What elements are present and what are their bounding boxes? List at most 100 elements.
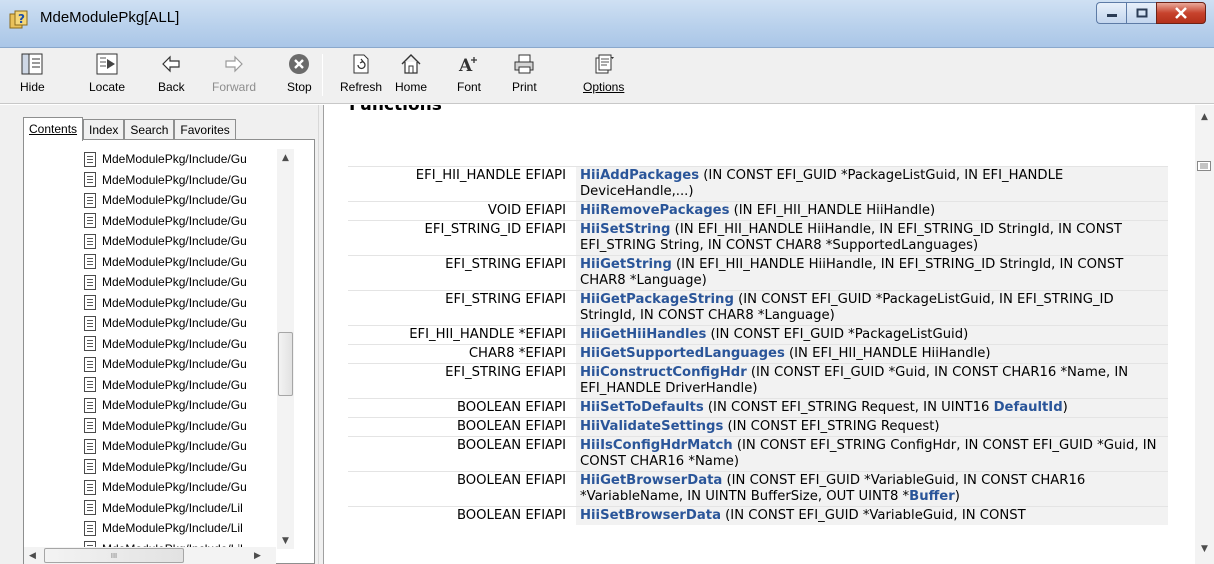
forward-button[interactable]: Forward bbox=[212, 52, 256, 100]
back-button[interactable]: Back bbox=[158, 52, 185, 100]
minimize-button[interactable] bbox=[1096, 2, 1126, 24]
svg-text:A: A bbox=[458, 56, 473, 75]
hide-icon bbox=[21, 53, 43, 75]
function-link[interactable]: HiiGetBrowserData bbox=[580, 473, 722, 488]
tree-item[interactable]: MdeModulePkg/Include/Gu bbox=[29, 252, 279, 273]
scroll-right-arrow-icon[interactable]: ▶ bbox=[249, 547, 266, 564]
document-icon bbox=[84, 438, 96, 454]
tree-item-label: MdeModulePkg/Include/Gu bbox=[102, 152, 247, 167]
tree-item-label: MdeModulePkg/Include/Gu bbox=[102, 336, 247, 351]
tree-item[interactable]: MdeModulePkg/Include/Gu bbox=[29, 272, 279, 293]
function-link[interactable]: HiiSetBrowserData bbox=[580, 508, 721, 523]
tree-item[interactable]: MdeModulePkg/Include/Gu bbox=[29, 211, 279, 232]
return-type: BOOLEAN EFIAPI bbox=[456, 473, 566, 488]
function-link[interactable]: HiiValidateSettings bbox=[580, 419, 723, 434]
tree-item-label: MdeModulePkg/Include/Gu bbox=[102, 398, 247, 413]
tab-search[interactable]: Search bbox=[124, 119, 175, 139]
tree-item-label: MdeModulePkg/Include/Gu bbox=[102, 418, 247, 433]
tree-item-label: MdeModulePkg/Include/Gu bbox=[102, 316, 247, 331]
function-row: VOID EFIAPI HiiRemovePackages (IN EFI_HII… bbox=[348, 201, 1168, 221]
locate-button[interactable]: Locate bbox=[89, 52, 125, 100]
tree-item[interactable]: MdeModulePkg/Include/Gu bbox=[29, 477, 279, 498]
tab-favorites[interactable]: Favorites bbox=[174, 119, 236, 139]
function-link[interactable]: HiiAddPackages bbox=[580, 168, 699, 183]
function-row: EFI_STRING EFIAPI HiiGetString (IN EFI_HI… bbox=[348, 255, 1168, 291]
tab-contents[interactable]: Contents bbox=[23, 117, 84, 141]
tree-item[interactable]: MdeModulePkg/Include/Gu bbox=[29, 190, 279, 211]
parameter-link[interactable]: DefaultId bbox=[994, 400, 1063, 415]
tree-item-label: MdeModulePkg/Include/Gu bbox=[102, 295, 247, 310]
tree-item-label: MdeModulePkg/Include/Gu bbox=[102, 275, 247, 290]
return-type: CHAR8 *EFIAPI bbox=[468, 346, 566, 361]
document-icon bbox=[84, 520, 96, 536]
tree-item[interactable]: MdeModulePkg/Include/Gu bbox=[29, 395, 279, 416]
scroll-down-arrow-icon[interactable]: ▼ bbox=[277, 532, 294, 549]
function-link[interactable]: HiiIsConfigHdrMatch bbox=[580, 438, 733, 453]
tree-item[interactable]: MdeModulePkg/Include/Gu bbox=[29, 334, 279, 355]
parameter-link[interactable]: Buffer bbox=[909, 489, 955, 504]
print-button[interactable]: Print bbox=[512, 52, 537, 100]
function-link[interactable]: HiiGetString bbox=[580, 257, 672, 272]
close-button[interactable] bbox=[1156, 2, 1206, 24]
function-link[interactable]: HiiGetHiiHandles bbox=[580, 327, 706, 342]
forward-arrow-icon bbox=[225, 55, 243, 73]
scroll-up-arrow-icon[interactable]: ▲ bbox=[277, 149, 294, 166]
tree-item[interactable]: MdeModulePkg/Include/Lil bbox=[29, 539, 279, 547]
document-icon bbox=[84, 213, 96, 229]
stop-button[interactable]: Stop bbox=[287, 52, 312, 100]
close-icon bbox=[1175, 7, 1187, 19]
tree-item[interactable]: MdeModulePkg/Include/Lil bbox=[29, 498, 279, 519]
function-signature: HiiRemovePackages (IN EFI_HII_HANDLE Hii… bbox=[576, 201, 1168, 221]
tree-scroll-thumb[interactable] bbox=[278, 332, 293, 396]
function-link[interactable]: HiiSetToDefaults bbox=[580, 400, 704, 415]
tree-item[interactable]: MdeModulePkg/Include/Gu bbox=[29, 170, 279, 191]
maximize-button[interactable] bbox=[1126, 2, 1156, 24]
function-link[interactable]: HiiGetPackageString bbox=[580, 292, 734, 307]
tree-item[interactable]: MdeModulePkg/Include/Gu bbox=[29, 354, 279, 375]
function-link[interactable]: HiiRemovePackages bbox=[580, 203, 729, 218]
content-scroll-up-arrow-icon[interactable]: ▲ bbox=[1196, 108, 1213, 125]
tree-item[interactable]: MdeModulePkg/Include/Gu bbox=[29, 293, 279, 314]
tree-item[interactable]: MdeModulePkg/Include/Gu bbox=[29, 231, 279, 252]
function-row: CHAR8 *EFIAPI HiiGetSupportedLanguages (I… bbox=[348, 344, 1168, 364]
tab-index[interactable]: Index bbox=[83, 119, 125, 139]
refresh-button[interactable]: Refresh bbox=[340, 52, 382, 100]
contents-tree: MdeModulePkg/Include/Gu MdeModulePkg/Incl… bbox=[29, 149, 279, 547]
tree-horizontal-scrollbar[interactable]: ◀ III ▶ bbox=[24, 547, 276, 564]
hide-button[interactable]: Hide bbox=[20, 52, 45, 100]
document-icon bbox=[84, 172, 96, 188]
scroll-left-arrow-icon[interactable]: ◀ bbox=[24, 547, 41, 564]
tree-item[interactable]: MdeModulePkg/Include/Gu bbox=[29, 149, 279, 170]
tree-item[interactable]: MdeModulePkg/Include/Gu bbox=[29, 416, 279, 437]
function-signature: HiiIsConfigHdrMatch (IN CONST EFI_STRING… bbox=[576, 436, 1168, 472]
function-row: EFI_STRING_ID EFIAPI HiiSetString (IN EFI… bbox=[348, 220, 1168, 256]
tree-item[interactable]: MdeModulePkg/Include/Gu bbox=[29, 375, 279, 396]
function-row: EFI_HII_HANDLE *EFIAPI HiiGetHiiHandles (… bbox=[348, 325, 1168, 345]
tree-item[interactable]: MdeModulePkg/Include/Gu bbox=[29, 313, 279, 334]
tree-hscroll-thumb[interactable]: III bbox=[44, 548, 184, 563]
function-args-tail: ) bbox=[954, 489, 960, 504]
tree-item-label: MdeModulePkg/Include/Gu bbox=[102, 357, 247, 372]
tree-item-label: MdeModulePkg/Include/Gu bbox=[102, 234, 247, 249]
tree-item[interactable]: MdeModulePkg/Include/Gu bbox=[29, 436, 279, 457]
locate-icon bbox=[96, 53, 118, 75]
return-type: EFI_HII_HANDLE EFIAPI bbox=[415, 168, 566, 183]
tree-item[interactable]: MdeModulePkg/Include/Gu bbox=[29, 457, 279, 478]
toolbar: Hide Locate Back Forward Stop Refresh Ho… bbox=[0, 48, 1214, 104]
tree-item[interactable]: MdeModulePkg/Include/Lil bbox=[29, 518, 279, 539]
function-link[interactable]: HiiGetSupportedLanguages bbox=[580, 346, 785, 361]
options-button[interactable]: Options bbox=[583, 52, 624, 100]
return-type: EFI_STRING EFIAPI bbox=[445, 292, 566, 307]
home-button[interactable]: Home bbox=[395, 52, 427, 100]
content-vertical-scrollbar[interactable]: ▲ ▼ bbox=[1195, 105, 1214, 564]
tree-item-label: MdeModulePkg/Include/Gu bbox=[102, 439, 247, 454]
tree-vertical-scrollbar[interactable]: ▲ ▼ bbox=[277, 149, 294, 549]
return-type: EFI_STRING EFIAPI bbox=[445, 365, 566, 380]
document-icon bbox=[84, 418, 96, 434]
font-button[interactable]: A Font bbox=[457, 52, 481, 100]
function-signature: HiiSetBrowserData (IN CONST EFI_GUID *Va… bbox=[576, 506, 1168, 525]
function-link[interactable]: HiiConstructConfigHdr bbox=[580, 365, 747, 380]
function-link[interactable]: HiiSetString bbox=[580, 222, 670, 237]
function-args: (IN EFI_HII_HANDLE HiiHandle) bbox=[784, 346, 991, 361]
content-scroll-down-arrow-icon[interactable]: ▼ bbox=[1196, 540, 1213, 557]
